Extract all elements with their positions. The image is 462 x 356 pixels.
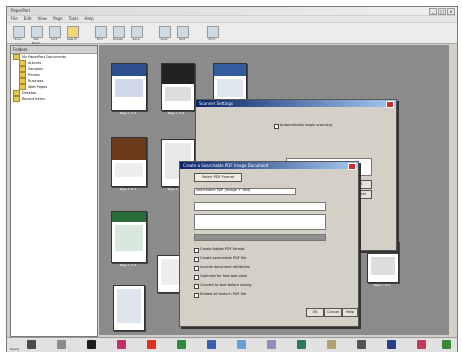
cancel-button[interactable]: Cancel [324, 308, 342, 317]
option-label: Optimize for fast web view [200, 274, 247, 278]
option-label: Create Adobe PDF format [200, 247, 245, 251]
menu-tools[interactable]: Tools [69, 16, 79, 22]
option-checkbox[interactable] [194, 248, 199, 253]
folder-icon [13, 96, 20, 102]
close-icon[interactable] [386, 101, 394, 108]
close-button[interactable]: × [447, 8, 455, 15]
folder-pane-header: Folders [11, 46, 97, 54]
help-button[interactable]: Help [342, 308, 358, 317]
option-label: Convert to text before saving [200, 283, 252, 287]
option-checkbox[interactable] [194, 266, 199, 271]
document-thumbnail[interactable] [111, 63, 147, 111]
ok-button[interactable]: OK [306, 308, 324, 317]
option-label: Embed all fonts in PDF file [200, 292, 246, 296]
option-checkbox[interactable] [194, 257, 199, 262]
dialog-title: Scanner Settings [196, 100, 396, 108]
auto-scan-checkbox[interactable] [274, 124, 279, 129]
auto-scan-label: Automatically begin scanning [280, 123, 332, 127]
window-title: PaperPort [11, 8, 31, 13]
thumbnail-label: Page 1 of 3 [119, 263, 137, 267]
maximize-button[interactable]: □ [438, 8, 446, 15]
menu-bar: File Edit View Page Tools Help [7, 16, 457, 22]
document-thumbnail[interactable] [113, 285, 145, 331]
option-checkbox[interactable] [194, 293, 199, 298]
option-label: Create searchable PDF file [200, 256, 247, 260]
path-field[interactable] [194, 234, 326, 241]
app-window: PaperPort _ □ × File Edit View Page Tool… [6, 6, 458, 352]
pdf-name-value: Searchable PDF (Image + Text) [196, 188, 251, 192]
menu-file[interactable]: File [11, 16, 18, 22]
menu-edit[interactable]: Edit [24, 16, 32, 22]
toolbar: Scan Get Photo Sort Search Find Rotate S… [7, 23, 457, 45]
document-thumbnail[interactable] [111, 137, 147, 187]
thumbnail-label: Page 1 of 3 [119, 111, 137, 115]
document-thumbnail[interactable] [161, 63, 195, 111]
tab-pdf-format[interactable]: Select PDF Format [194, 173, 242, 182]
minimize-button[interactable]: _ [429, 8, 437, 15]
status-bar: Ready [10, 347, 20, 351]
menu-view[interactable]: View [37, 16, 47, 22]
pdf-options-dialog: Create a Searchable PDF Image Document S… [179, 161, 359, 327]
thumbnail-label: Page 1 of 2 [373, 283, 391, 287]
window-controls: _ □ × [429, 8, 455, 15]
folder-pane: Folders My PaperPort Documents Articles … [10, 45, 98, 337]
menu-page[interactable]: Page [53, 16, 63, 22]
folder-item[interactable]: Recent Items [11, 96, 97, 102]
menu-help[interactable]: Help [85, 16, 94, 22]
document-thumbnail[interactable] [111, 211, 147, 263]
option-label: Include document attributes [200, 265, 250, 269]
title-bar: PaperPort _ □ × [7, 7, 457, 15]
close-icon[interactable] [348, 163, 356, 170]
format-select[interactable] [194, 202, 326, 211]
description-box [194, 214, 326, 230]
option-checkbox[interactable] [194, 284, 199, 289]
option-checkbox[interactable] [194, 275, 199, 280]
dialog-title: Create a Searchable PDF Image Document [180, 162, 358, 170]
thumbnail-label: Page 1 of 1 [119, 187, 137, 191]
thumbnail-label: Page 1 of 2 [167, 111, 185, 115]
